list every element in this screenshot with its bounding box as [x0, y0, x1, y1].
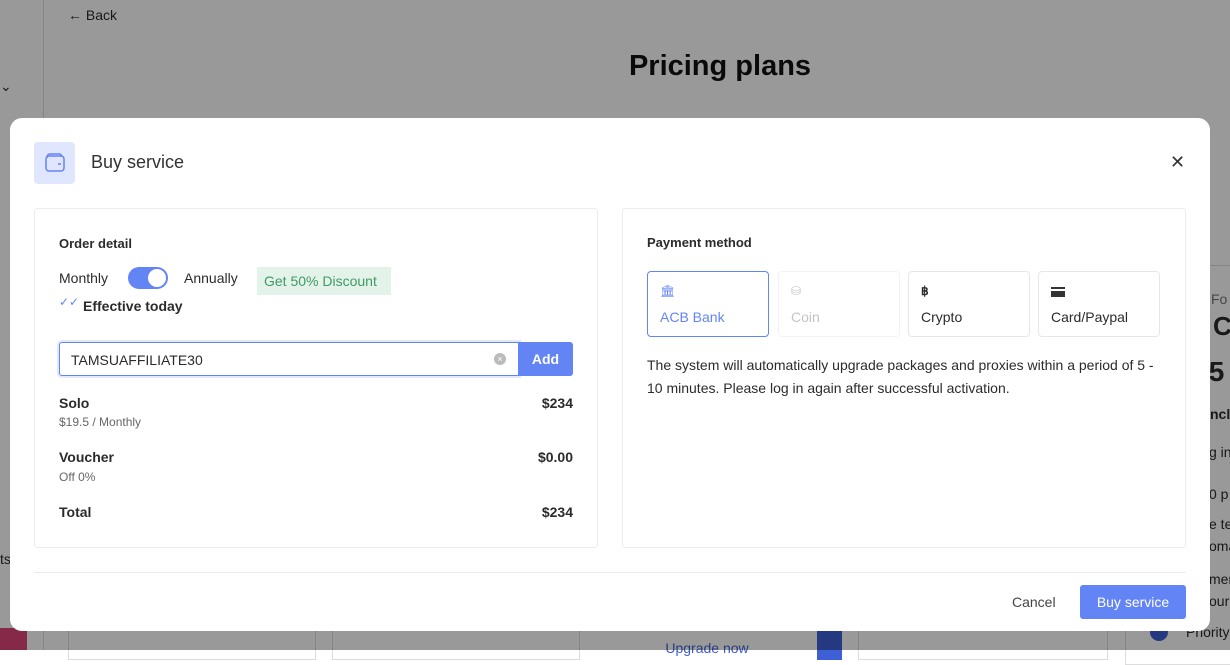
- voucher-label: Voucher: [59, 449, 114, 465]
- clear-icon[interactable]: ×: [494, 353, 506, 365]
- modal-title: Buy service: [91, 152, 185, 172]
- total-value: $234: [541, 504, 573, 520]
- solo-price-sub: $19.5 / Monthly: [59, 415, 142, 429]
- add-voucher-button[interactable]: Add: [518, 342, 573, 376]
- bank-icon: 🏛: [660, 284, 676, 298]
- voucher-input[interactable]: TAMSUAFFILIATE30 ×: [59, 342, 519, 376]
- buy-service-button[interactable]: Buy service: [1080, 585, 1186, 619]
- voucher-sub: Off 0%: [59, 470, 96, 484]
- buy-service-modal: Buy service ✕ Order detail Monthly Annua…: [10, 118, 1210, 631]
- payment-crypto[interactable]: ฿ Crypto: [908, 271, 1030, 337]
- solo-value: $234: [541, 395, 573, 411]
- solo-label: Solo: [59, 395, 90, 411]
- footer-divider: [34, 572, 1186, 573]
- wallet-icon: [34, 142, 75, 184]
- bitcoin-icon: ฿: [921, 284, 929, 298]
- payment-note: The system will automatically upgrade pa…: [647, 357, 1154, 396]
- order-detail-heading: Order detail: [59, 236, 132, 251]
- payment-card-paypal[interactable]: Card/Paypal: [1038, 271, 1160, 337]
- credit-card-icon: [1051, 287, 1065, 297]
- monthly-label: Monthly: [59, 270, 109, 286]
- order-detail-panel: Order detail Monthly Annually Get 50% Di…: [34, 208, 598, 548]
- effective-today: Effective today: [83, 298, 183, 314]
- voucher-value: $0.00: [537, 449, 573, 465]
- total-label: Total: [59, 504, 92, 520]
- coins-icon: ⛁: [791, 284, 802, 298]
- billing-toggle[interactable]: [128, 267, 168, 289]
- payment-acb-bank[interactable]: 🏛 ACB Bank: [647, 271, 769, 337]
- close-icon[interactable]: ✕: [1170, 152, 1185, 173]
- payment-method-heading: Payment method: [647, 235, 752, 250]
- discount-badge: Get 50% Discount: [257, 267, 391, 295]
- payment-coin[interactable]: ⛁ Coin: [778, 271, 900, 337]
- cancel-button[interactable]: Cancel: [1012, 594, 1056, 610]
- annually-label: Annually: [184, 270, 238, 286]
- double-check-icon: ✓✓: [59, 295, 80, 309]
